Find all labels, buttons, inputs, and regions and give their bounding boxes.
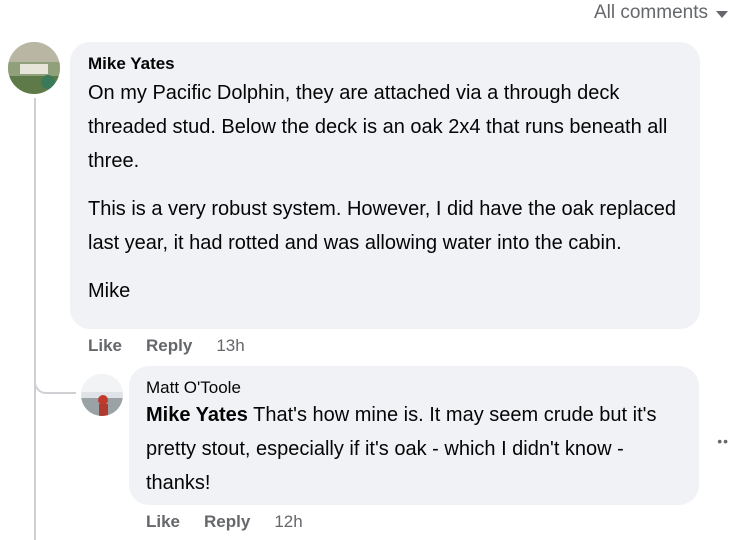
reply-actions: Like Reply 12h bbox=[146, 512, 303, 532]
comment-paragraph-1: On my Pacific Dolphin, they are attached… bbox=[88, 82, 668, 172]
chevron-down-icon bbox=[716, 11, 728, 18]
comment-author[interactable]: Mike Yates bbox=[88, 54, 700, 74]
avatar-image bbox=[8, 42, 60, 94]
reply-bubble: Matt O'Toole Mike Yates That's how mine … bbox=[129, 366, 699, 505]
comment-bubble: Mike Yates On my Pacific Dolphin, they a… bbox=[70, 42, 700, 329]
avatar[interactable] bbox=[8, 42, 60, 94]
like-button[interactable]: Like bbox=[146, 512, 180, 532]
thread-line bbox=[34, 98, 36, 540]
more-options-icon[interactable]: •• bbox=[717, 433, 729, 449]
reply-timestamp[interactable]: 12h bbox=[274, 512, 302, 532]
sort-label: All comments bbox=[593, 2, 708, 23]
comment-actions: Like Reply 13h bbox=[88, 336, 245, 356]
comment-sort-dropdown[interactable]: All comments bbox=[594, 2, 732, 24]
reply-text: Mike Yates That's how mine is. It may se… bbox=[146, 398, 681, 500]
reply-avatar[interactable] bbox=[81, 374, 123, 416]
comment-paragraph-3: Mike bbox=[88, 280, 131, 302]
mention-link[interactable]: Mike Yates bbox=[146, 404, 248, 426]
comment-timestamp[interactable]: 13h bbox=[216, 336, 244, 356]
comment-paragraph-2: This is a very robust system. However, I… bbox=[88, 198, 677, 254]
like-button[interactable]: Like bbox=[88, 336, 122, 356]
reply-button[interactable]: Reply bbox=[146, 336, 192, 356]
thread-connector bbox=[34, 362, 76, 394]
avatar-image bbox=[81, 374, 123, 416]
reply-button[interactable]: Reply bbox=[204, 512, 250, 532]
reply-author[interactable]: Matt O'Toole bbox=[146, 378, 699, 398]
